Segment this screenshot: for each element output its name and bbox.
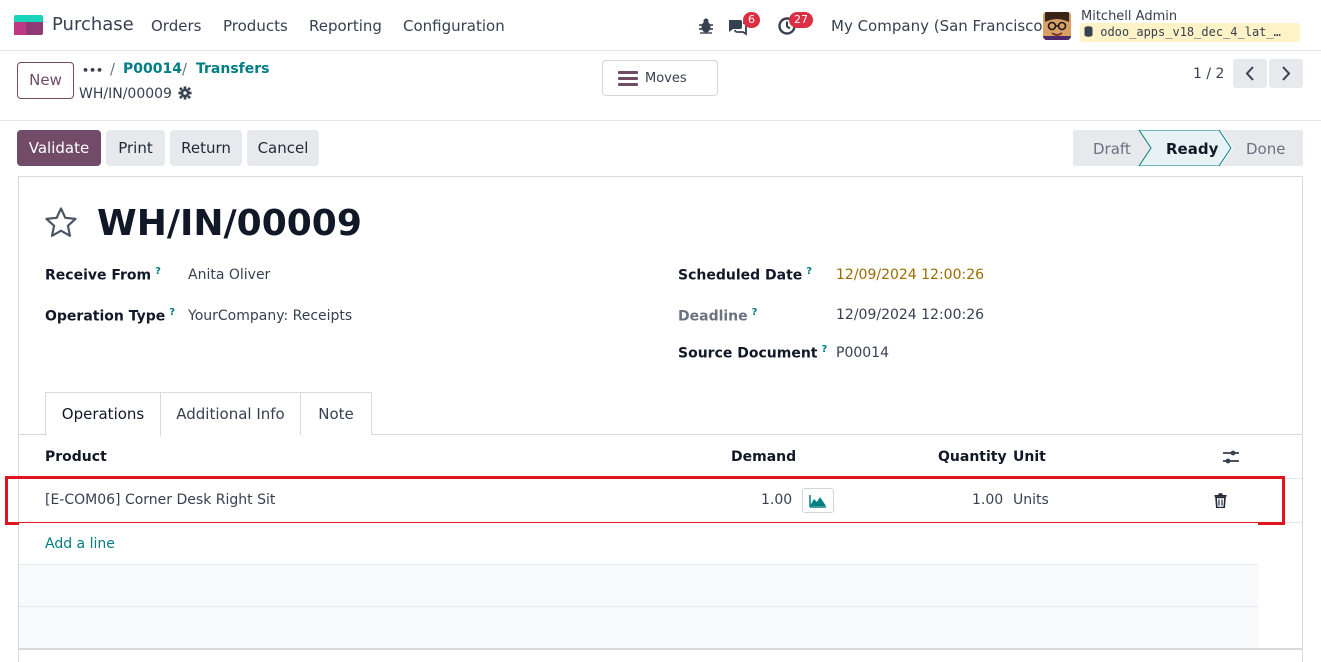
breadcrumb-more[interactable]: ••• [82, 64, 103, 77]
receive-from-label-text: Receive From [45, 267, 152, 284]
print-button[interactable]: Print [106, 130, 165, 166]
moves-smart-button[interactable]: Moves [602, 60, 718, 96]
return-button[interactable]: Return [170, 130, 242, 166]
menu-orders[interactable]: Orders [151, 17, 201, 35]
database-name: odoo_apps_v18_dec_4_lat_… [1080, 23, 1300, 42]
deadline-label-text: Deadline [678, 308, 748, 325]
deadline-label: Deadline? [678, 307, 757, 325]
user-name[interactable]: Mitchell Admin [1081, 9, 1177, 24]
status-bar: Draft Ready Done [1073, 130, 1303, 166]
help-tooltip[interactable]: ? [155, 266, 161, 277]
database-name-text: odoo_apps_v18_dec_4_lat_… [1100, 25, 1281, 39]
operation-type-value[interactable]: YourCompany: Receipts [188, 308, 352, 324]
receive-from-label: Receive From? [45, 266, 161, 284]
tab-additional-info[interactable]: Additional Info [160, 392, 301, 435]
pager-value[interactable]: 1 / 2 [1193, 66, 1224, 82]
tab-note[interactable]: Note [300, 392, 372, 435]
add-line-row [19, 523, 1258, 565]
purchase-app-icon[interactable] [14, 15, 43, 35]
chat-badge: 6 [743, 12, 760, 28]
column-unit[interactable]: Unit [1013, 449, 1046, 465]
chevron-left-icon [1245, 66, 1254, 81]
empty-row [19, 565, 1258, 607]
status-done[interactable]: Done [1246, 140, 1285, 158]
list-icon [618, 71, 638, 87]
app-name[interactable]: Purchase [52, 14, 134, 35]
star-icon[interactable] [44, 206, 78, 240]
highlight-box [5, 476, 1285, 525]
pager-next-button[interactable] [1269, 59, 1303, 88]
receive-from-value[interactable]: Anita Oliver [188, 267, 270, 283]
scheduled-date-label-text: Scheduled Date [678, 267, 803, 284]
empty-row [19, 607, 1258, 649]
menu-reporting[interactable]: Reporting [309, 17, 382, 35]
source-document-label: Source Document? [678, 344, 827, 362]
cancel-button[interactable]: Cancel [247, 130, 319, 166]
database-icon [1084, 26, 1093, 37]
source-document-value[interactable]: P00014 [836, 345, 889, 361]
user-avatar[interactable] [1043, 12, 1071, 40]
column-product[interactable]: Product [45, 449, 107, 465]
top-navbar: Purchase Orders Products Reporting Confi… [0, 0, 1321, 51]
help-tooltip[interactable]: ? [752, 307, 758, 318]
column-settings-icon[interactable] [1222, 449, 1240, 465]
operation-type-label-text: Operation Type [45, 308, 166, 325]
record-title: WH/IN/00009 [97, 203, 362, 244]
add-line-link[interactable]: Add a line [45, 536, 115, 552]
breadcrumb-transfers[interactable]: Transfers [196, 61, 270, 77]
tab-operations[interactable]: Operations [45, 392, 161, 436]
gear-icon[interactable] [178, 86, 192, 100]
company-switcher[interactable]: My Company (San Francisco) [831, 17, 1048, 35]
table-bottom-border [19, 648, 1302, 650]
column-quantity[interactable]: Quantity [938, 449, 1007, 465]
breadcrumb-separator: / [182, 60, 188, 78]
activity-badge: 27 [789, 12, 813, 28]
help-tooltip[interactable]: ? [169, 307, 175, 318]
scheduled-date-value[interactable]: 12/09/2024 12:00:26 [836, 267, 984, 283]
current-record-name: WH/IN/00009 [79, 86, 172, 102]
pager-previous-button[interactable] [1233, 59, 1267, 88]
new-button[interactable]: New [17, 62, 74, 99]
status-draft[interactable]: Draft [1093, 140, 1131, 158]
menu-configuration[interactable]: Configuration [403, 17, 505, 35]
bug-icon[interactable] [696, 16, 716, 36]
moves-label: Moves [645, 71, 687, 86]
operation-type-label: Operation Type? [45, 307, 175, 325]
column-demand[interactable]: Demand [731, 449, 796, 465]
chevron-right-icon [1282, 66, 1291, 81]
breadcrumb-purchase-order[interactable]: P00014 [123, 61, 182, 77]
deadline-value[interactable]: 12/09/2024 12:00:26 [836, 307, 984, 323]
source-document-label-text: Source Document [678, 345, 818, 362]
control-panel-divider [0, 120, 1321, 121]
validate-button[interactable]: Validate [17, 130, 101, 166]
status-ready[interactable]: Ready [1166, 140, 1218, 158]
help-tooltip[interactable]: ? [822, 344, 828, 355]
help-tooltip[interactable]: ? [806, 266, 812, 277]
scheduled-date-label: Scheduled Date? [678, 266, 812, 284]
breadcrumb-separator: / [110, 60, 116, 78]
menu-products[interactable]: Products [223, 17, 288, 35]
